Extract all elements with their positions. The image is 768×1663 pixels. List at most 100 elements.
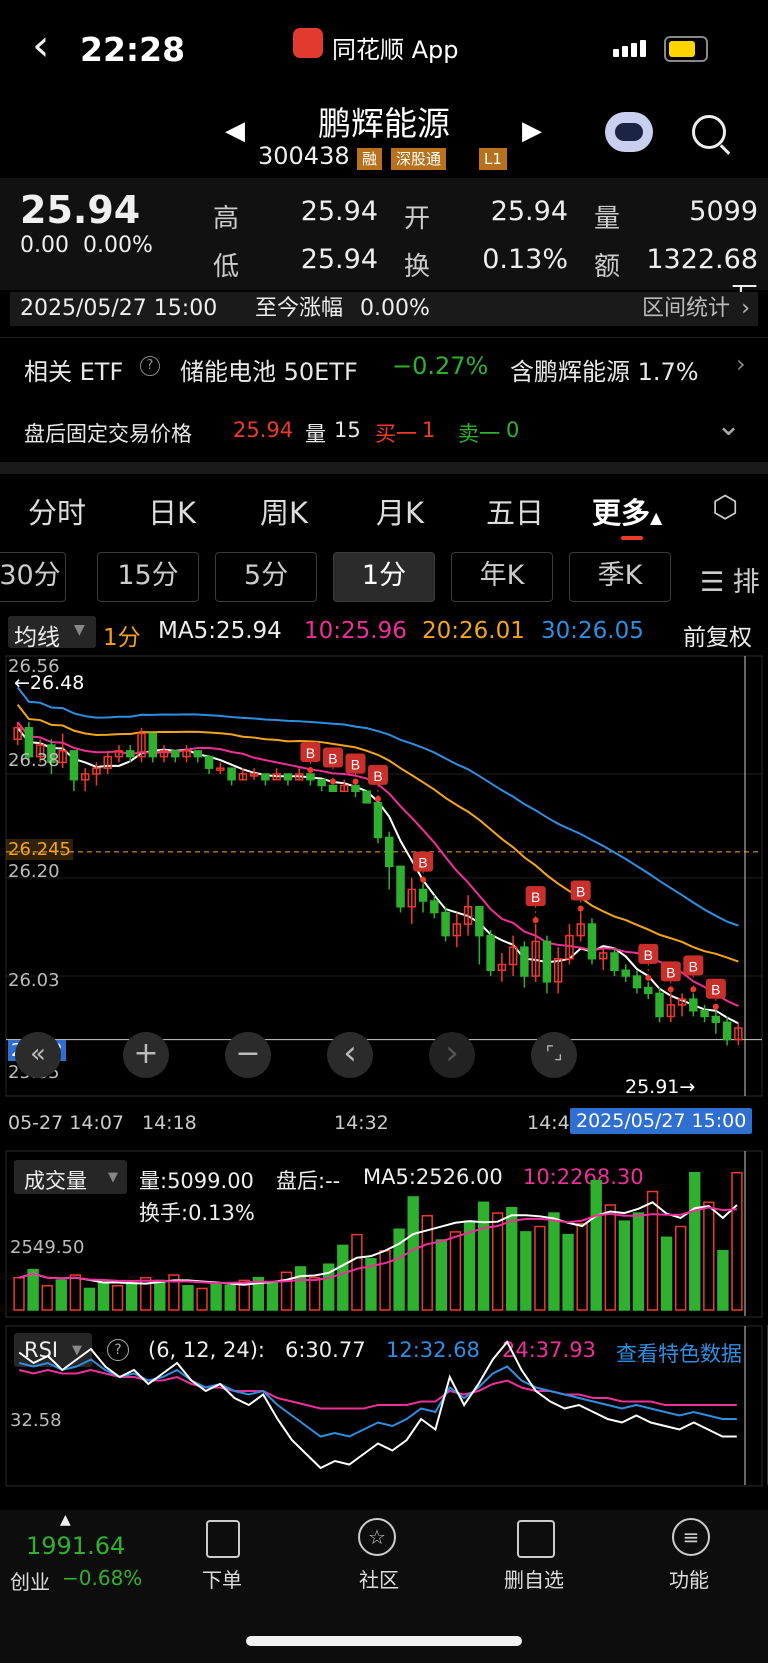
volume-bar [632, 1212, 645, 1311]
candle [328, 784, 338, 793]
scroll-right-button[interactable]: › [429, 1032, 475, 1078]
volume-bar [674, 1225, 687, 1311]
volume-bar [266, 1282, 279, 1311]
back-button[interactable]: ‹ [32, 20, 50, 71]
buy-signal-label: B [531, 889, 540, 905]
candle [317, 778, 326, 787]
since-value: 0.00% [360, 296, 430, 321]
related-etf-row[interactable]: 相关 ETF ? 储能电池 50ETF −0.27% 含鹏辉能源 1.7% › [0, 337, 768, 398]
search-icon[interactable] [692, 115, 726, 149]
candle [306, 773, 315, 781]
buy-signal-label: B [711, 982, 720, 998]
candle [632, 975, 642, 989]
candle [362, 790, 371, 804]
volume-bar [154, 1279, 166, 1311]
chevron-right-icon: › [741, 296, 750, 321]
tab-more[interactable]: 更多▲ [592, 490, 662, 532]
candle [430, 900, 439, 914]
etf-name[interactable]: 储能电池 50ETF [180, 352, 358, 387]
chevron-down-icon[interactable]: ⌄ [716, 408, 741, 443]
y-label-4: 26.03 [8, 970, 60, 991]
ktab-quarterly[interactable]: 季K [569, 552, 671, 602]
signal-dot [690, 986, 697, 993]
amount-label: 额 [594, 252, 621, 282]
buy-signal-label: B [689, 958, 698, 974]
tab-five-day[interactable]: 五日 [486, 490, 544, 532]
remove-watchlist-icon[interactable] [517, 1520, 555, 1558]
kline-chart[interactable]: B B BBBB BBB BB [0, 650, 768, 1150]
after-hours-vol-label: 量 [305, 422, 326, 446]
next-stock-button[interactable]: ▶ [522, 116, 542, 146]
tab-monthly[interactable]: 月K [376, 490, 424, 532]
divider [0, 462, 768, 474]
candle [283, 773, 293, 781]
signal-dot [532, 917, 539, 924]
sort-menu[interactable]: ☰ 排 [700, 560, 760, 599]
app-name: 同花顺 App [332, 36, 459, 64]
collapse-left-button[interactable]: « [15, 1032, 61, 1078]
cursor-time: 2025/05/27 15:00 [570, 1108, 753, 1134]
y-label-3: 26.20 [8, 861, 60, 882]
etf-change: −0.27% [392, 352, 489, 380]
candle [610, 952, 619, 972]
range-stats-link[interactable]: 区间统计 [642, 292, 730, 326]
tab-daily[interactable]: 日K [148, 490, 196, 532]
x-label-start: 05-27 14:07 [8, 1112, 125, 1134]
range-row[interactable]: 2025/05/27 15:00 至今涨幅 0.00% 区间统计 › [10, 292, 758, 326]
prev-stock-button[interactable]: ◀ [225, 116, 245, 146]
candle [385, 836, 394, 868]
x-label-4: 14:4 [527, 1112, 570, 1134]
volume-bar [689, 1171, 701, 1311]
tab-intraday[interactable]: 分时 [28, 490, 86, 532]
buy-signal-label: B [418, 855, 427, 871]
signal-dot [329, 778, 336, 785]
ma-selector-label[interactable]: 均线 [14, 618, 60, 652]
volume-bar [646, 1190, 659, 1311]
adjust-mode[interactable]: 前复权 [683, 618, 752, 652]
rsi-chart[interactable] [0, 1325, 768, 1490]
functions-button[interactable]: 功能 [649, 1564, 729, 1593]
low-marker: 25.91→ [625, 1076, 696, 1098]
volume-bar [196, 1287, 208, 1311]
open-value: 25.94 [490, 196, 568, 227]
menu-circle-icon[interactable]: ≡ [672, 1518, 710, 1556]
after-hours-row[interactable]: 盘后固定交易价格 25.94 量 15 买一 1 卖一 0 ⌄ [0, 400, 768, 460]
volume-bar [337, 1244, 349, 1311]
ktab-1min[interactable]: 1分 [333, 552, 435, 602]
settings-hex-icon[interactable]: ⬡ [712, 490, 738, 525]
help-icon[interactable]: ? [140, 356, 160, 376]
assistant-robot-icon[interactable] [605, 112, 653, 152]
zoom-in-button[interactable]: + [123, 1032, 169, 1078]
candle [700, 1009, 709, 1018]
volume-chart[interactable] [0, 1150, 768, 1320]
signal-dot [712, 1003, 719, 1010]
buy-signal-label: B [666, 964, 675, 980]
candle [227, 767, 236, 781]
fullscreen-button[interactable]: ⌜⌟ [531, 1032, 577, 1078]
volume-bar [182, 1285, 194, 1311]
ktab-yearly[interactable]: 年K [451, 552, 553, 602]
etf-holding: 含鹏辉能源 1.7% [510, 358, 699, 386]
ktab-5min[interactable]: 5分 [215, 552, 317, 602]
community-star-icon[interactable]: ☆ [358, 1518, 396, 1556]
volume-bar [55, 1279, 67, 1311]
community-button[interactable]: 社区 [339, 1564, 419, 1593]
ma5-value: MA5:25.94 [158, 618, 282, 644]
ktab-15min[interactable]: 15分 [97, 552, 199, 602]
price-change: 0.00 0.00% [20, 233, 153, 258]
buy-signal-label: B [373, 768, 382, 784]
tab-weekly[interactable]: 周K [260, 490, 308, 532]
menu-lines-icon: ☰ [700, 567, 733, 598]
order-button[interactable]: 下单 [182, 1564, 262, 1593]
order-icon[interactable] [206, 1520, 240, 1558]
status-bar: 22:28 同花顺 App [0, 0, 768, 95]
high-value: 25.94 [300, 196, 378, 227]
zoom-out-button[interactable]: − [225, 1032, 271, 1078]
ktab-30min[interactable]: 30分 [0, 552, 66, 602]
remove-watchlist-button[interactable]: 删自选 [494, 1564, 574, 1593]
index-value[interactable]: 1991.64 [26, 1532, 125, 1560]
y-label-2: 26.38 [8, 750, 60, 771]
scroll-left-button[interactable]: ‹ [327, 1032, 373, 1078]
volume-bar [224, 1285, 236, 1311]
candle [373, 802, 383, 839]
